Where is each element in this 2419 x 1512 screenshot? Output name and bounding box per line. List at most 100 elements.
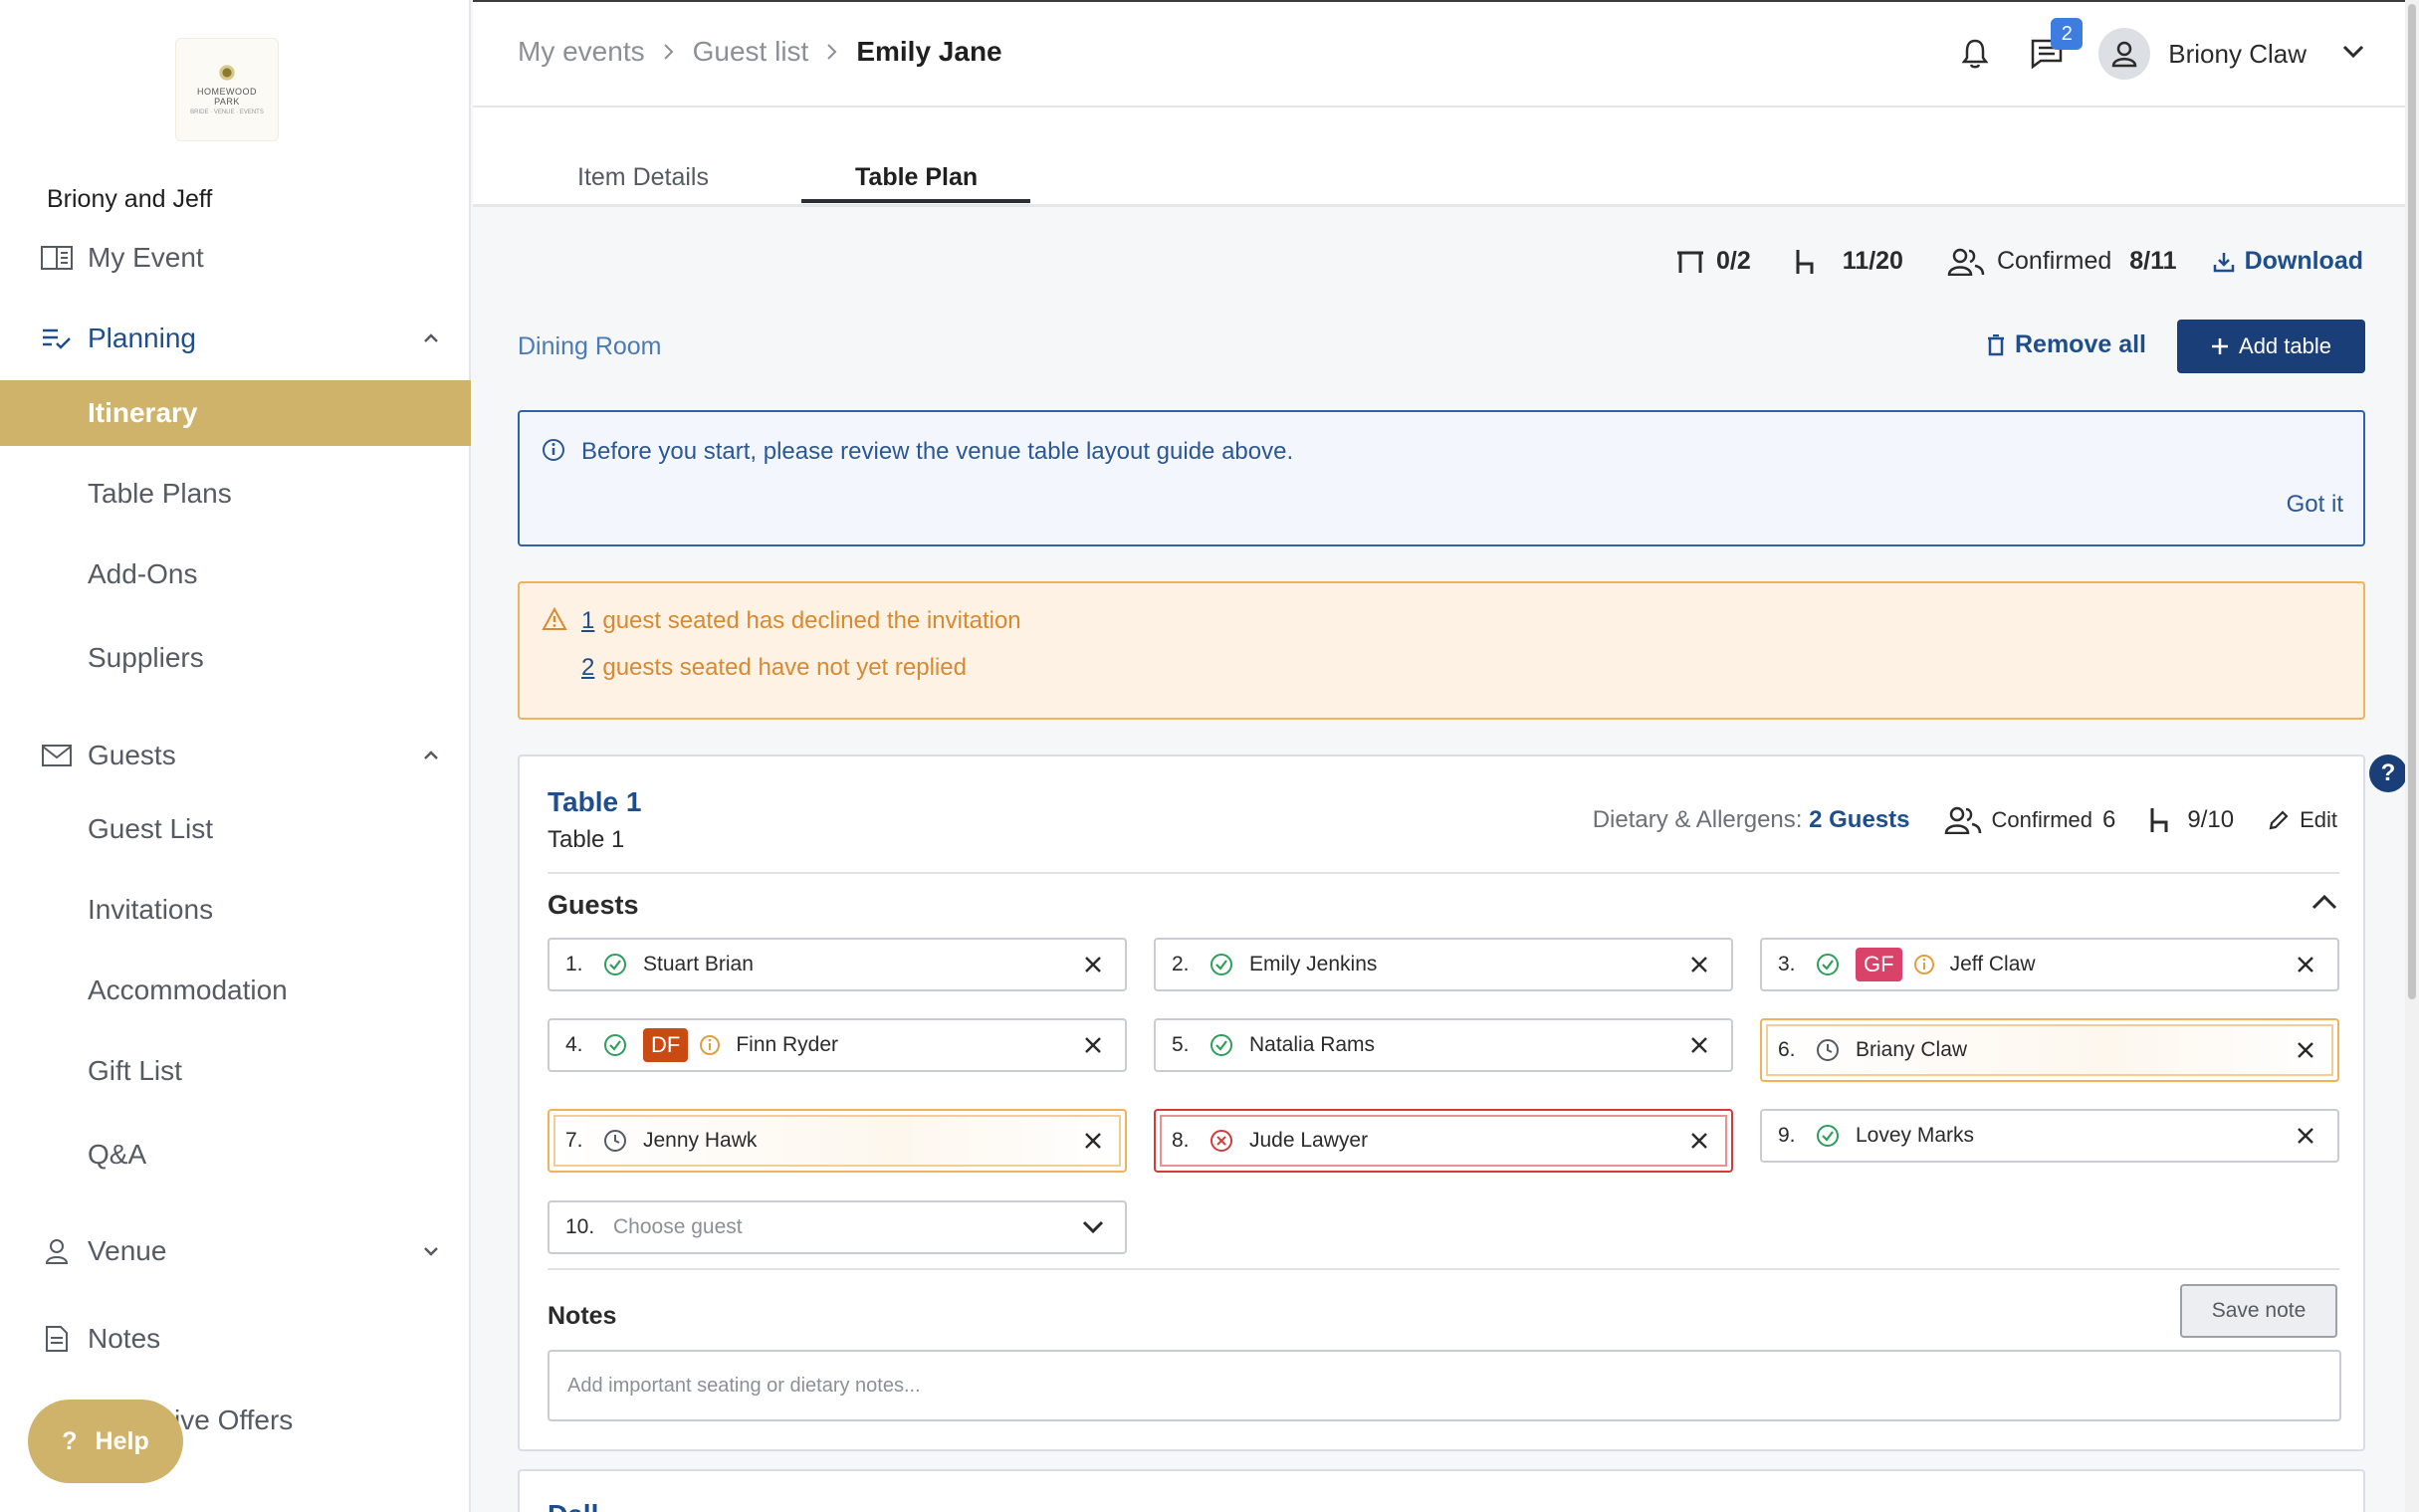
guest-slot-9[interactable]: 9. Lovey Marks [1760,1109,2339,1163]
chevron-up-icon[interactable] [419,326,443,350]
declined-count-link[interactable]: 1 [581,607,594,634]
guest-slot-3[interactable]: 3. GF Jeff Claw [1760,938,2339,991]
table-seats-count: 9/10 [2187,806,2235,833]
guest-slot-8[interactable]: 8. Jude Lawyer [1154,1109,1733,1173]
sidebar-item-notes[interactable]: Notes [0,1306,471,1372]
scrollbar[interactable] [2405,0,2419,1512]
breadcrumb-guest-list[interactable]: Guest list [693,36,809,68]
sidebar-item-qa[interactable]: Q&A [0,1122,471,1188]
divider [548,1268,2339,1270]
confirmed-check-icon [1814,951,1842,978]
breadcrumb-current: Emily Jane [856,36,1002,67]
download-button[interactable]: Download [2213,247,2363,276]
remove-guest-icon[interactable] [1687,1033,1711,1057]
remove-guest-icon[interactable] [1081,953,1105,976]
add-table-button[interactable]: Add table [2177,320,2365,373]
logo-line-1: HOMEWOOD [197,87,257,97]
sidebar-item-itinerary[interactable]: Itinerary [0,380,471,446]
next-table-title[interactable]: Dall [548,1499,598,1512]
chevron-down-icon[interactable] [2342,45,2364,64]
dietary-link[interactable]: 2 Guests [1809,806,1909,833]
help-label: Help [95,1426,149,1455]
allergen-info-icon[interactable] [698,1033,722,1057]
messages-button[interactable]: 2 [2025,18,2084,76]
guest-slot-6[interactable]: 6. Briany Claw [1760,1018,2339,1082]
allergen-info-icon[interactable] [1912,953,1936,976]
sidebar-item-venue[interactable]: Venue [0,1218,471,1284]
sidebar-item-label: Notes [88,1323,161,1354]
sidebar-item-suppliers[interactable]: Suppliers [0,625,471,691]
bell-icon[interactable] [1955,34,1995,74]
download-icon [2213,252,2234,272]
remove-guest-icon[interactable] [1081,1033,1105,1057]
guest-slot-5[interactable]: 5. Natalia Rams [1154,1018,1733,1072]
scrollbar-thumb[interactable] [2408,4,2416,999]
remove-guest-icon[interactable] [2294,1124,2317,1148]
chevron-right-icon [663,36,675,68]
choose-guest-placeholder: Choose guest [613,1215,743,1238]
dietary-summary: Dietary & Allergens: 2 Guests [1593,806,1910,834]
seat-number: 8. [1172,1129,1190,1152]
guest-slot-7[interactable]: 7. Jenny Hawk [548,1109,1127,1173]
chevron-down-icon[interactable] [419,1239,443,1263]
sidebar-item-label: Gift List [88,1055,182,1086]
got-it-button[interactable]: Got it [2287,491,2343,519]
tab-table-plan[interactable]: Table Plan [855,163,978,192]
sidebar-item-label: Planning [88,323,196,353]
room-name-link[interactable]: Dining Room [518,332,662,361]
declined-warning: 1 guest seated has declined the invitatio… [581,607,1021,635]
guest-slot-4[interactable]: 4. DF Finn Ryder [548,1018,1127,1072]
help-button[interactable]: ? Help [28,1400,183,1483]
divider [548,872,2339,874]
guest-slot-1[interactable]: 1. Stuart Brian [548,938,1127,991]
pencil-icon [2269,810,2289,830]
sidebar-item-gift-list[interactable]: Gift List [0,1038,471,1104]
logo-mark-icon [218,64,236,82]
venue-logo[interactable]: HOMEWOOD PARK BRIDE · VENUE · EVENTS [175,38,279,141]
breadcrumb-my-events[interactable]: My events [518,36,645,68]
pending-count-link[interactable]: 2 [581,654,594,681]
sidebar-item-table-plans[interactable]: Table Plans [0,461,471,527]
floating-help-icon[interactable]: ? [2369,755,2407,792]
chair-icon [2150,808,2168,832]
sidebar-item-my-event[interactable]: My Event [0,225,471,291]
dietary-label: Dietary & Allergens: [1592,806,1803,833]
sidebar-item-guest-list[interactable]: Guest List [0,796,471,862]
info-icon [542,438,565,467]
chevron-up-icon[interactable] [2311,894,2337,915]
save-note-button[interactable]: Save note [2180,1284,2337,1338]
guest-name: Natalia Rams [1249,1033,1376,1056]
warning-icon [542,606,567,636]
edit-table-button[interactable]: Edit [2268,807,2337,833]
pending-text: guests seated have not yet replied [602,654,967,681]
choose-guest-select[interactable]: 10. Choose guest [548,1200,1127,1254]
remove-guest-icon[interactable] [2294,953,2317,976]
dairy-free-tag: DF [643,1028,689,1062]
sidebar-item-label: Guests [88,740,176,770]
remove-guest-icon[interactable] [1687,953,1711,976]
remove-guest-icon[interactable] [2294,1038,2317,1062]
sidebar-item-accommodation[interactable]: Accommodation [0,958,471,1023]
user-name[interactable]: Briony Claw [2168,39,2307,70]
avatar[interactable] [2098,28,2151,80]
tab-bar: Item Details Table Plan [473,108,2419,207]
sidebar-item-planning[interactable]: Planning [0,306,471,371]
sidebar-item-guests[interactable]: Guests [0,723,471,788]
tab-item-details[interactable]: Item Details [577,163,709,192]
sidebar-item-invitations[interactable]: Invitations [0,877,471,943]
remove-guest-icon[interactable] [1081,1129,1105,1153]
chevron-up-icon[interactable] [419,744,443,767]
guest-name: Stuart Brian [643,953,754,975]
sidebar-item-label: Venue [88,1235,167,1266]
warning-banner: 1 guest seated has declined the invitatio… [518,581,2365,720]
chevron-down-icon[interactable] [1081,1215,1105,1239]
book-open-icon [40,241,74,275]
guest-name: Jude Lawyer [1249,1129,1369,1152]
table-meta: Dietary & Allergens: 2 Guests Confirmed … [1593,806,2337,834]
table-title[interactable]: Table 1 [548,786,641,818]
notes-input[interactable] [548,1350,2341,1421]
remove-all-button[interactable]: Remove all [1987,330,2146,359]
sidebar-item-add-ons[interactable]: Add-Ons [0,541,471,607]
remove-guest-icon[interactable] [1687,1129,1711,1153]
guest-slot-2[interactable]: 2. Emily Jenkins [1154,938,1733,991]
